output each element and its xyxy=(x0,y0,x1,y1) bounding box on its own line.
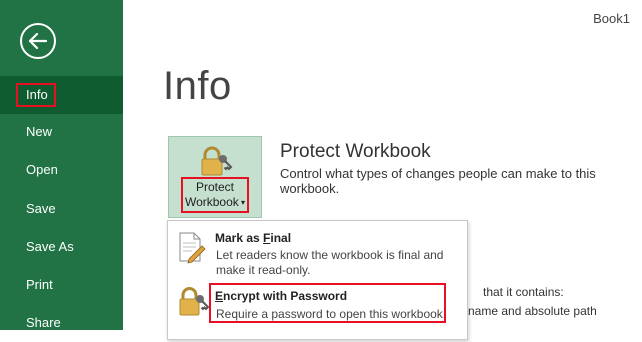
menu-desc-line: make it read-only. xyxy=(216,263,311,277)
menu-title-part: inal xyxy=(270,231,292,245)
background-text: that it contains: xyxy=(483,285,564,299)
nav-item-label: Save xyxy=(26,201,56,216)
nav-item-label: Print xyxy=(26,277,53,292)
back-arrow-icon xyxy=(28,33,48,49)
menu-item-encrypt-with-password[interactable]: Encrypt with Password Require a password… xyxy=(168,281,467,327)
nav-item-new[interactable]: New xyxy=(0,113,123,151)
document-name: Book1 xyxy=(593,11,630,26)
document-pencil-icon xyxy=(178,231,206,270)
protect-label-line1: Protect xyxy=(195,180,234,194)
page-title: Info xyxy=(163,64,232,108)
nav-item-save[interactable]: Save xyxy=(0,190,123,228)
menu-title-part: ncrypt with Password xyxy=(223,289,348,303)
nav-item-print[interactable]: Print xyxy=(0,266,123,304)
lock-key-icon xyxy=(178,285,210,324)
nav-item-save-as[interactable]: Save As xyxy=(0,228,123,266)
nav-item-label: Info xyxy=(16,83,56,107)
menu-item-title: Mark as Final xyxy=(215,231,291,245)
nav-item-label: Open xyxy=(26,162,58,177)
back-button[interactable] xyxy=(20,23,56,59)
menu-desc-line: Require a password to open this workbook… xyxy=(216,307,447,321)
nav-item-open[interactable]: Open xyxy=(0,151,123,189)
menu-item-mark-as-final[interactable]: Mark as Final Let readers know the workb… xyxy=(168,221,467,281)
nav-item-label: Share xyxy=(26,315,61,330)
section-heading: Protect Workbook xyxy=(280,141,431,162)
menu-item-description: Let readers know the workbook is final a… xyxy=(216,248,443,278)
chevron-down-icon: ▾ xyxy=(238,198,246,207)
backstage-nav: Info New Open Save Save As Print Share xyxy=(0,0,123,330)
protect-label-line2: Workbook xyxy=(184,195,239,209)
menu-desc-line: Let readers know the workbook is final a… xyxy=(216,248,444,262)
nav-item-share[interactable]: Share xyxy=(0,304,123,342)
nav-item-label: Save As xyxy=(26,239,74,254)
nav-item-info[interactable]: Info xyxy=(0,76,123,114)
menu-title-part: Mark as xyxy=(215,231,264,245)
protect-workbook-button[interactable]: Protect Workbook ▾ xyxy=(168,136,262,218)
nav-item-label: New xyxy=(26,124,53,139)
menu-item-description: Require a password to open this workbook… xyxy=(216,307,446,322)
background-text: name and absolute path xyxy=(468,304,597,318)
menu-title-accelerator: E xyxy=(215,289,224,303)
section-description: Control what types of changes people can… xyxy=(280,166,596,196)
menu-item-title: Encrypt with Password xyxy=(215,289,347,303)
protect-workbook-menu: Mark as Final Let readers know the workb… xyxy=(167,220,468,340)
protect-workbook-label: Protect Workbook ▾ xyxy=(181,177,249,213)
